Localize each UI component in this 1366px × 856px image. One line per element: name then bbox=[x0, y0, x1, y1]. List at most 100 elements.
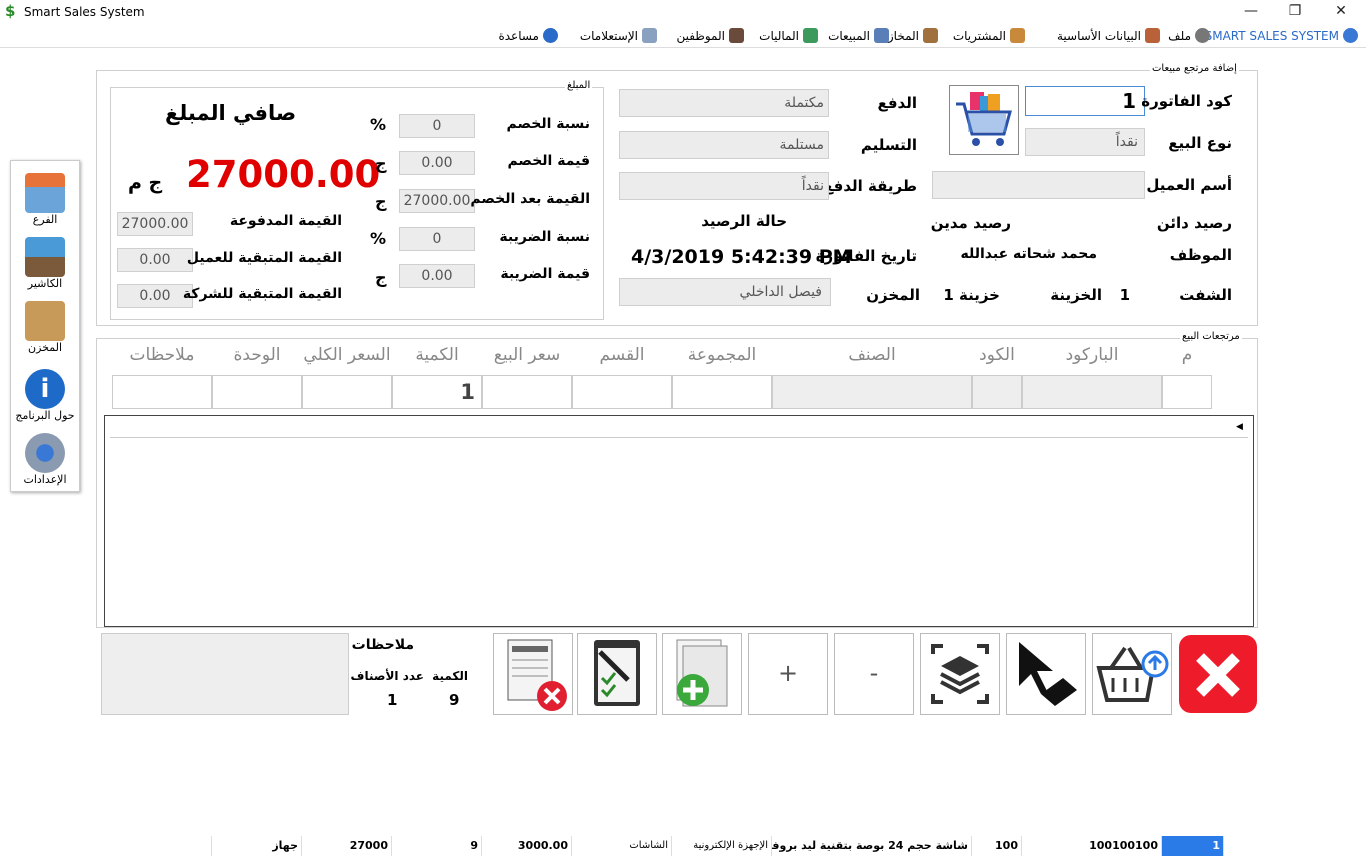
select-pointer-button[interactable] bbox=[1006, 633, 1086, 715]
menu-brand[interactable]: SMART SALES SYSTEM bbox=[1205, 28, 1358, 43]
title-bar: $ Smart Sales System — ❐ ✕ bbox=[0, 0, 1366, 24]
new-invoice-button[interactable] bbox=[662, 633, 742, 715]
sidebar-item-store[interactable]: المخزن bbox=[11, 301, 79, 354]
entry-code[interactable] bbox=[972, 375, 1022, 409]
col-header-notes: ملاحظات bbox=[129, 345, 195, 365]
entry-total[interactable] bbox=[302, 375, 392, 409]
after-discount-label: القيمة بعد الخصم bbox=[470, 191, 590, 207]
returns-grid[interactable] bbox=[104, 415, 1254, 627]
menu-help[interactable]: مساعدة bbox=[498, 28, 558, 43]
menu-file[interactable]: ملف bbox=[1168, 28, 1210, 43]
menu-employees[interactable]: الموظفين bbox=[676, 28, 744, 43]
discount-value-field[interactable]: 0.00 bbox=[399, 151, 475, 175]
pct-sign: % bbox=[370, 115, 387, 134]
cashier-icon bbox=[25, 237, 65, 277]
entry-item[interactable] bbox=[772, 375, 972, 409]
menu-basic-data[interactable]: البيانات الأساسية bbox=[1057, 28, 1160, 43]
minimize-button[interactable]: — bbox=[1228, 0, 1274, 24]
discount-value-label: قيمة الخصم bbox=[507, 153, 590, 169]
entry-group[interactable] bbox=[672, 375, 772, 409]
queries-icon bbox=[642, 28, 657, 43]
entry-notes[interactable] bbox=[112, 375, 212, 409]
remaining-customer-label: القيمة المتبقية للعميل bbox=[186, 250, 342, 266]
invoice-code-label: كود الفاتورة bbox=[1141, 92, 1232, 110]
layers-icon bbox=[931, 644, 989, 704]
entry-index[interactable] bbox=[1162, 375, 1212, 409]
sales-cart-icon bbox=[874, 28, 889, 43]
delete-invoice-icon bbox=[507, 639, 567, 711]
warehouse-boxes-icon bbox=[25, 301, 65, 341]
notes-textarea[interactable] bbox=[101, 633, 349, 715]
payment-field[interactable]: مكتملة bbox=[619, 89, 829, 117]
tax-pct-field[interactable]: 0 bbox=[399, 227, 475, 251]
sale-type-field[interactable]: نقداً bbox=[1025, 128, 1145, 156]
customer-field[interactable] bbox=[932, 171, 1145, 199]
edit-invoice-button[interactable] bbox=[577, 633, 657, 715]
net-amount-label: صافي المبلغ bbox=[165, 101, 297, 125]
delivery-field[interactable]: مستلمة bbox=[619, 131, 829, 159]
menu-sales[interactable]: المبيعات bbox=[828, 28, 889, 43]
group-label: إضافة مرتجع مبيعات bbox=[1150, 63, 1239, 74]
increase-qty-button[interactable]: + bbox=[748, 633, 828, 715]
shopping-cart-icon bbox=[949, 85, 1019, 155]
notes-label: ملاحظات bbox=[351, 637, 414, 653]
currency-sign: ج bbox=[375, 192, 387, 211]
add-document-icon bbox=[676, 639, 728, 707]
finance-icon bbox=[803, 28, 818, 43]
basket-upload-button[interactable] bbox=[1092, 633, 1172, 715]
store-field[interactable]: فيصل الداخلي bbox=[619, 278, 831, 306]
stores-icon bbox=[923, 28, 938, 43]
branch-shop-icon bbox=[25, 173, 65, 213]
delete-invoice-button[interactable] bbox=[493, 633, 573, 715]
close-form-button[interactable] bbox=[1178, 633, 1258, 715]
shift-value: 1 bbox=[1119, 286, 1130, 304]
entry-unit[interactable] bbox=[212, 375, 302, 409]
sidebar-item-settings[interactable]: الإعدادات bbox=[11, 433, 79, 486]
customer-label: أسم العميل bbox=[1146, 176, 1232, 194]
menu-purchases[interactable]: المشتريات bbox=[953, 28, 1025, 43]
help-icon bbox=[543, 28, 558, 43]
menu-queries[interactable]: الإستعلامات bbox=[580, 28, 657, 43]
payment-method-field[interactable]: نقداً bbox=[619, 172, 829, 200]
row-group: الإجهزة الإلكترونية bbox=[672, 836, 772, 856]
menu-finance[interactable]: الماليات bbox=[759, 28, 818, 43]
entry-price[interactable] bbox=[482, 375, 572, 409]
close-window-button[interactable]: ✕ bbox=[1318, 0, 1364, 24]
brand-icon bbox=[1343, 28, 1358, 43]
row-unit: جهاز bbox=[212, 836, 302, 856]
currency-sign: ج bbox=[375, 268, 387, 287]
invoice-code-input[interactable]: 1 bbox=[1025, 86, 1145, 116]
info-icon: i bbox=[25, 369, 65, 409]
sidebar-item-cashier[interactable]: الكاشير bbox=[11, 237, 79, 290]
row-section: الشاشات bbox=[572, 836, 672, 856]
entry-section[interactable] bbox=[572, 375, 672, 409]
after-discount-field[interactable]: 27000.00 bbox=[399, 189, 475, 213]
remaining-customer-field[interactable]: 0.00 bbox=[117, 248, 193, 272]
table-row[interactable]: 1 ◀ 100100100 100 شاشة حجم 24 بوصة بتقني… bbox=[110, 418, 1248, 856]
row-index[interactable]: 1 bbox=[1162, 836, 1224, 856]
discount-pct-field[interactable]: 0 bbox=[399, 114, 475, 138]
row-item: شاشة حجم 24 بوصة بتقنية ليد بروفي... bbox=[772, 836, 972, 856]
file-icon bbox=[1195, 28, 1210, 43]
decrease-qty-button[interactable]: - bbox=[834, 633, 914, 715]
layers-button[interactable] bbox=[920, 633, 1000, 715]
sidebar: الفرع الكاشير المخزن i حول البرنامج الإع… bbox=[10, 160, 80, 492]
currency-sign: ج bbox=[375, 154, 387, 173]
col-header-code: الكود bbox=[979, 345, 1015, 365]
sidebar-item-branch[interactable]: الفرع bbox=[11, 173, 79, 226]
paid-label: القيمة المدفوعة bbox=[229, 213, 342, 229]
invoice-date: 4/3/2019 5:42:39 PM bbox=[631, 246, 852, 268]
entry-barcode[interactable] bbox=[1022, 375, 1162, 409]
col-header-index: م bbox=[1181, 345, 1193, 365]
col-header-section: القسم bbox=[599, 345, 645, 365]
tax-value-field[interactable]: 0.00 bbox=[399, 264, 475, 288]
remaining-company-field[interactable]: 0.00 bbox=[117, 284, 193, 308]
entry-qty[interactable]: 1 bbox=[392, 375, 482, 409]
restore-button[interactable]: ❐ bbox=[1272, 0, 1318, 24]
paid-field[interactable]: 27000.00 bbox=[117, 212, 193, 236]
row-price: 3000.00 bbox=[482, 836, 572, 856]
sidebar-item-about[interactable]: i حول البرنامج bbox=[11, 369, 79, 422]
employee-label: الموظف bbox=[1169, 246, 1232, 264]
col-header-qty: الكمية bbox=[415, 345, 459, 365]
net-amount-currency: ج م bbox=[128, 172, 163, 194]
